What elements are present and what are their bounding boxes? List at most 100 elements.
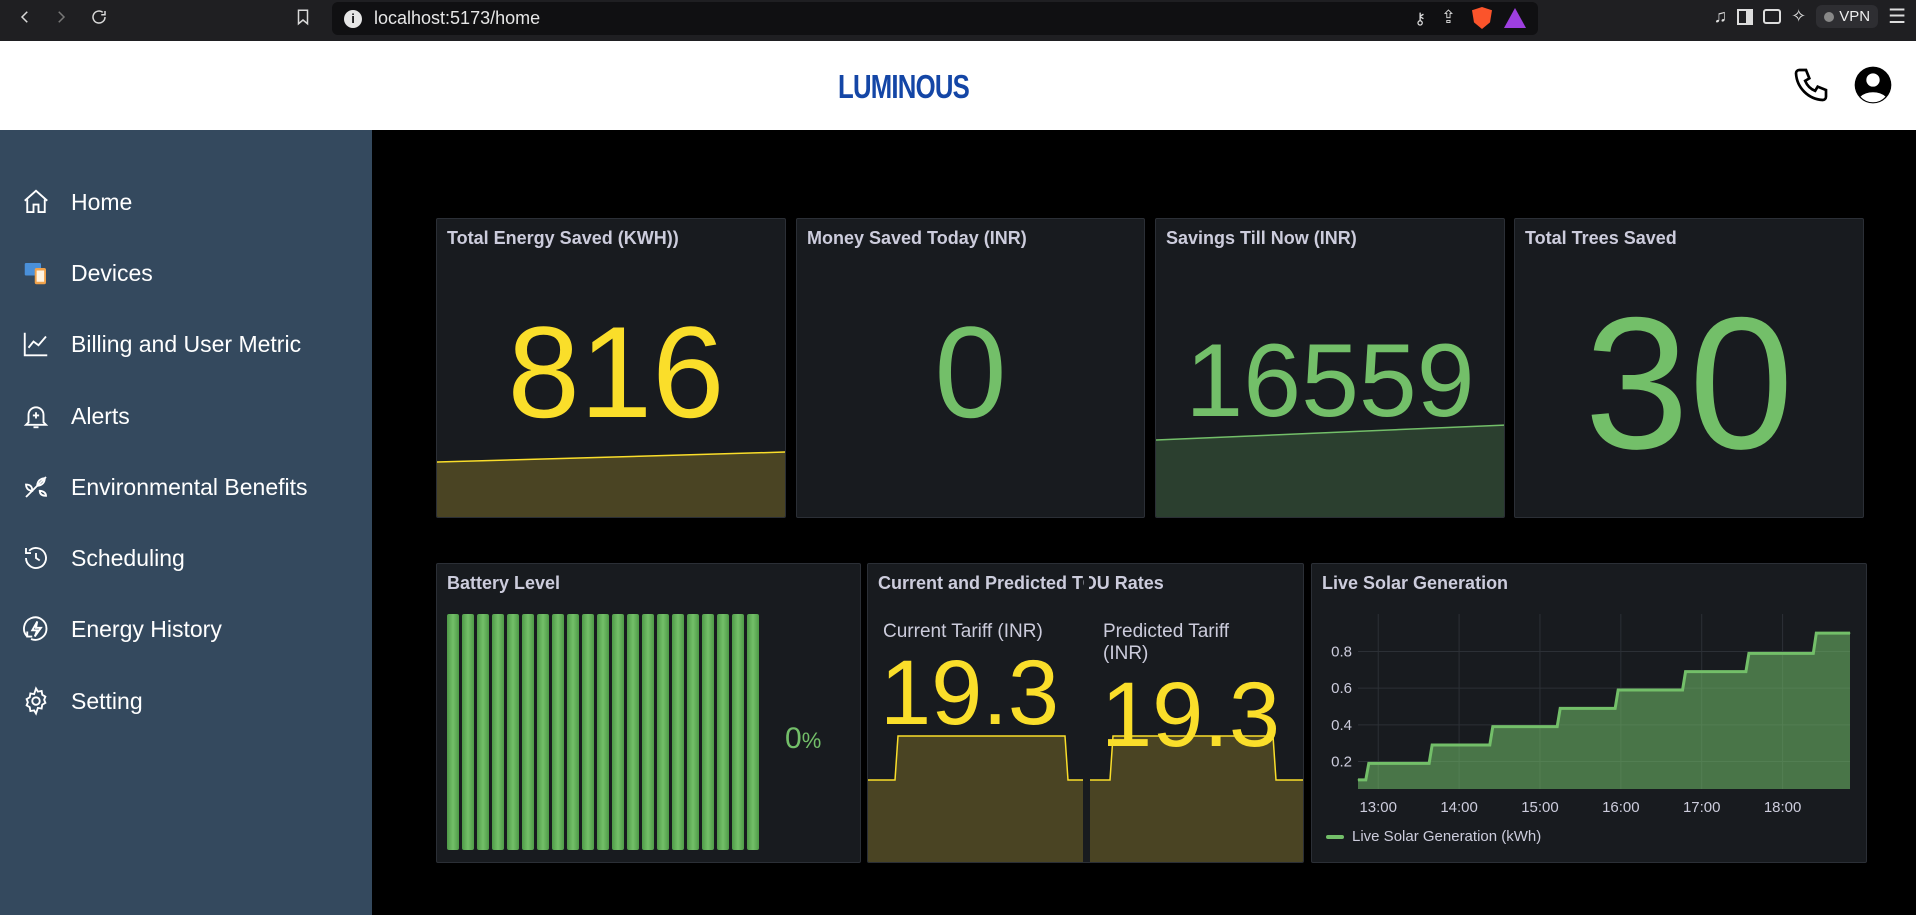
battery-bar (447, 614, 759, 850)
vpn-label: VPN (1839, 8, 1871, 25)
sidebar-item-label: Billing and User Metric (71, 330, 302, 357)
stat-value: 816 (507, 299, 725, 445)
battery-cell (447, 614, 459, 850)
x-tick-label: 13:00 (1359, 799, 1397, 816)
site-info-icon[interactable]: i (344, 9, 362, 28)
battery-cell (747, 614, 759, 850)
y-tick-label: 0.6 (1331, 680, 1352, 697)
data-point (1849, 632, 1851, 634)
brave-rewards-icon[interactable] (1504, 8, 1526, 28)
series-area (1358, 633, 1850, 789)
leo-ai-icon[interactable]: ✧ (1791, 6, 1806, 27)
share-icon[interactable]: ⇪ (1441, 7, 1456, 28)
bookmark-button[interactable] (286, 0, 320, 34)
battery-cell (537, 614, 549, 850)
phone-icon[interactable] (1791, 65, 1831, 105)
data-point (1685, 671, 1687, 673)
solar-panel: Live Solar Generation 0.2 0.4 0.6 0.8 13:00 1… (1311, 563, 1867, 863)
data-point (1617, 689, 1619, 691)
sidebar-item-home[interactable]: Home (20, 182, 132, 222)
tou-panel: Current and Predicted TOU Rates Current … (867, 563, 1304, 863)
battery-cell (657, 614, 669, 850)
battery-cell (462, 614, 474, 850)
solar-chart: 0.2 0.4 0.6 0.8 13:00 14:00 15:00 16:00 17:00 18:… (1331, 614, 1851, 816)
data-point (1748, 652, 1750, 654)
x-tick-label: 14:00 (1440, 799, 1478, 816)
predicted-tariff-value: 19.3 (1101, 664, 1281, 766)
x-tick-label: 17:00 (1683, 799, 1721, 816)
energy-icon (20, 613, 52, 645)
forward-button[interactable] (44, 0, 78, 34)
panel-title: Money Saved Today (INR) (807, 228, 1027, 248)
chevron-left-icon (20, 11, 28, 23)
y-tick-label: 0.4 (1331, 717, 1352, 734)
sidebar-item-label: Energy History (71, 615, 222, 642)
sidebar-toggle-icon[interactable] (1737, 8, 1754, 25)
sidebar-item-label: Devices (71, 259, 153, 286)
sidebar-item-label: Scheduling (71, 544, 185, 571)
account-icon[interactable] (1853, 65, 1893, 105)
menu-icon[interactable]: ☰ (1888, 4, 1906, 29)
data-point (1368, 762, 1370, 764)
battery-cell (507, 614, 519, 850)
back-button[interactable] (8, 0, 42, 34)
sidebar-item-devices[interactable]: Devices (20, 253, 153, 293)
battery-cell (627, 614, 639, 850)
battery-cell (717, 614, 729, 850)
sidebar-item-label: Home (71, 188, 133, 215)
y-tick-label: 0.2 (1331, 754, 1352, 771)
sidebar-item-scheduling[interactable]: Scheduling (20, 538, 185, 578)
battery-cell (672, 614, 684, 850)
data-point (1357, 779, 1359, 781)
data-point (1559, 707, 1561, 709)
predicted-tariff-label: Predicted Tariff (INR) (1103, 621, 1230, 664)
sidebar-item-billing[interactable]: Billing and User Metric (20, 324, 301, 364)
panel-title: Battery Level (447, 573, 561, 593)
devices-icon (20, 257, 52, 289)
gear-icon (20, 685, 52, 717)
chart-legend[interactable]: Live Solar Generation (kWh) (1326, 828, 1541, 845)
stat-panel-trees: Total Trees Saved 30 (1514, 218, 1864, 518)
key-icon[interactable]: ⚷ (1414, 9, 1426, 29)
stat-panel-savings: Savings Till Now (INR) 16559 (1155, 218, 1505, 518)
y-tick-label: 0.8 (1331, 644, 1352, 661)
reload-icon (92, 10, 106, 24)
sidebar-item-label: Environmental Benefits (71, 473, 308, 500)
sidebar-item-setting[interactable]: Setting (20, 681, 143, 721)
battery-cell (552, 614, 564, 850)
sidebar: Home Devices Billing and User Metric Ale… (0, 130, 372, 915)
vpn-status-icon (1824, 11, 1835, 22)
url-text: localhost:5173/home (374, 8, 541, 28)
logo: LUMINOUS (838, 68, 970, 105)
sidebar-item-label: Setting (71, 687, 143, 714)
stat-value: 0 (934, 299, 1007, 445)
battery-percent-value: 0 (785, 722, 802, 755)
music-icon[interactable]: ♫ (1714, 6, 1728, 27)
leaf-icon (20, 471, 52, 503)
reload-button[interactable] (82, 0, 116, 34)
x-tick-label: 16:00 (1602, 799, 1640, 816)
vpn-button[interactable]: VPN (1816, 5, 1879, 28)
sidebar-item-energy-history[interactable]: Energy History (20, 609, 222, 649)
battery-panel: Battery Level 0% (436, 563, 861, 863)
sidebar-item-environmental[interactable]: Environmental Benefits (20, 467, 308, 507)
stat-value: 30 (1584, 278, 1794, 488)
battery-cell (732, 614, 744, 850)
battery-cell (612, 614, 624, 850)
browser-toolbar: i localhost:5173/home ⚷ ⇪ ♫ ✧ VPN ☰ (0, 0, 1916, 41)
wallet-icon[interactable] (1763, 9, 1782, 24)
chart-line-icon (20, 328, 52, 360)
current-tariff-label: Current Tariff (INR) (883, 621, 1043, 642)
legend-swatch (1326, 834, 1344, 839)
x-tick-label: 18:00 (1764, 799, 1802, 816)
data-point (1431, 744, 1433, 746)
app-header: LUMINOUS (0, 41, 1916, 130)
sidebar-item-alerts[interactable]: Alerts (20, 396, 130, 436)
address-bar[interactable]: i localhost:5173/home ⚷ ⇪ (332, 2, 1538, 35)
battery-cell (642, 614, 654, 850)
brave-shield-icon[interactable] (1472, 7, 1492, 29)
stat-panel-money: Money Saved Today (INR) 0 (796, 218, 1145, 518)
battery-cell (492, 614, 504, 850)
stat-panel-energy: Total Energy Saved (KWH)) 816 (436, 218, 786, 518)
battery-cell (522, 614, 534, 850)
